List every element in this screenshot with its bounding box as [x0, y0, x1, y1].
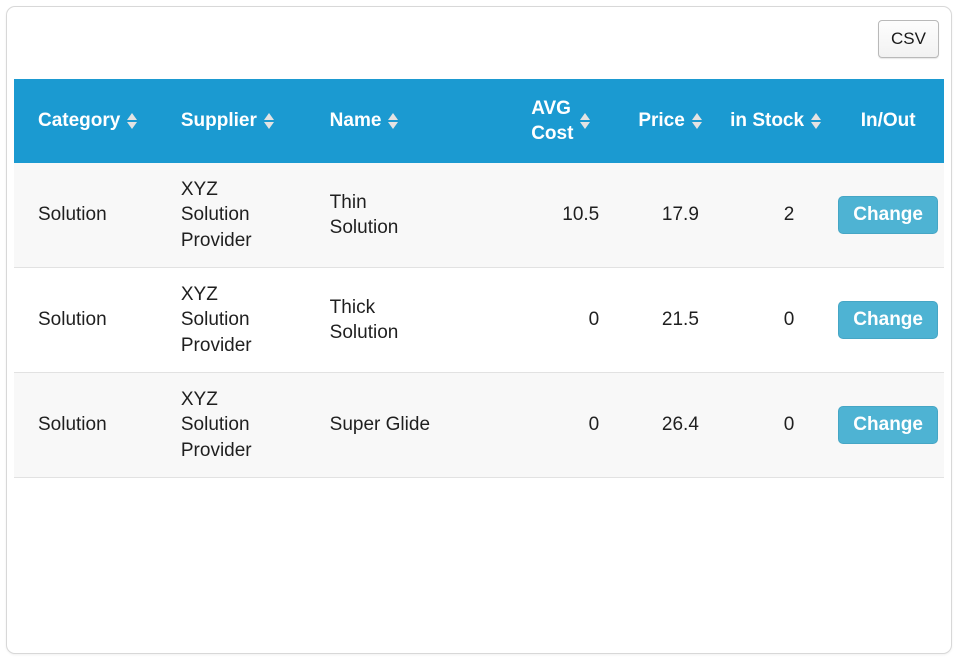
- cell-in-stock-text: 0: [784, 307, 795, 332]
- cell-in-stock: 0: [719, 373, 832, 477]
- cell-avg-cost: 0: [500, 373, 621, 477]
- column-header-avg-cost[interactable]: AVG Cost: [500, 79, 621, 163]
- cell-category-text: Solution: [38, 307, 107, 332]
- cell-category-text: Solution: [38, 412, 107, 437]
- change-button-label: Change: [853, 307, 923, 332]
- column-header-name[interactable]: Name: [324, 79, 501, 163]
- sort-updown-icon[interactable]: [264, 113, 274, 129]
- sort-updown-icon[interactable]: [127, 113, 137, 129]
- column-header-in-out-label: In/Out: [861, 108, 916, 133]
- column-header-avg-cost-label: AVG Cost: [531, 96, 573, 146]
- cell-avg-cost-text: 0: [589, 307, 600, 332]
- cell-in-stock: 2: [719, 163, 832, 267]
- cell-in-out: Change: [832, 163, 944, 267]
- column-header-category-label: Category: [38, 108, 120, 133]
- cell-price-text: 17.9: [662, 202, 699, 227]
- column-header-in-stock[interactable]: in Stock: [719, 79, 832, 163]
- sort-updown-icon[interactable]: [692, 113, 702, 129]
- column-header-in-stock-label: in Stock: [730, 108, 804, 133]
- column-header-in-out: In/Out: [832, 79, 944, 163]
- inventory-table: Category Supplier Name: [14, 79, 944, 653]
- column-header-price-label: Price: [638, 108, 684, 133]
- change-button[interactable]: Change: [838, 196, 938, 234]
- cell-supplier-text: XYZ Solution Provider: [181, 177, 252, 252]
- column-header-category[interactable]: Category: [14, 79, 175, 163]
- cell-category: Solution: [14, 268, 175, 372]
- csv-export-label: CSV: [891, 29, 926, 49]
- cell-supplier: XYZ Solution Provider: [175, 268, 324, 372]
- cell-supplier: XYZ Solution Provider: [175, 163, 324, 267]
- cell-category: Solution: [14, 163, 175, 267]
- csv-export-button[interactable]: CSV: [878, 20, 939, 58]
- change-button-label: Change: [853, 412, 923, 437]
- cell-price: 17.9: [621, 163, 719, 267]
- cell-name-text: Thin Solution: [330, 190, 399, 240]
- table-row[interactable]: Solution XYZ Solution Provider Thin Solu…: [14, 163, 944, 268]
- column-header-price[interactable]: Price: [621, 79, 719, 163]
- cell-name: Thick Solution: [324, 268, 501, 372]
- table-toolbar: CSV: [7, 7, 951, 79]
- cell-in-stock-text: 2: [784, 202, 795, 227]
- inventory-panel: CSV Category Supplier: [6, 6, 952, 654]
- sort-updown-icon[interactable]: [811, 113, 821, 129]
- table-row[interactable]: Solution XYZ Solution Provider Thick Sol…: [14, 268, 944, 373]
- column-header-supplier[interactable]: Supplier: [175, 79, 324, 163]
- cell-price-text: 26.4: [662, 412, 699, 437]
- table-header-row: Category Supplier Name: [14, 79, 944, 163]
- cell-avg-cost-text: 10.5: [562, 202, 599, 227]
- cell-in-stock: 0: [719, 268, 832, 372]
- cell-avg-cost: 0: [500, 268, 621, 372]
- cell-price-text: 21.5: [662, 307, 699, 332]
- cell-supplier-text: XYZ Solution Provider: [181, 387, 252, 462]
- cell-name-text: Super Glide: [330, 412, 430, 437]
- cell-category-text: Solution: [38, 202, 107, 227]
- table-row[interactable]: Solution XYZ Solution Provider Super Gli…: [14, 373, 944, 478]
- column-header-supplier-label: Supplier: [181, 108, 257, 133]
- change-button-label: Change: [853, 202, 923, 227]
- cell-name: Super Glide: [324, 373, 501, 477]
- cell-in-out: Change: [832, 373, 944, 477]
- cell-in-stock-text: 0: [784, 412, 795, 437]
- sort-updown-icon[interactable]: [388, 113, 398, 129]
- cell-supplier: XYZ Solution Provider: [175, 373, 324, 477]
- cell-in-out: Change: [832, 268, 944, 372]
- cell-supplier-text: XYZ Solution Provider: [181, 282, 252, 357]
- cell-category: Solution: [14, 373, 175, 477]
- cell-price: 21.5: [621, 268, 719, 372]
- cell-avg-cost: 10.5: [500, 163, 621, 267]
- change-button[interactable]: Change: [838, 406, 938, 444]
- change-button[interactable]: Change: [838, 301, 938, 339]
- column-header-name-label: Name: [330, 108, 382, 133]
- cell-price: 26.4: [621, 373, 719, 477]
- sort-updown-icon[interactable]: [580, 113, 590, 129]
- cell-avg-cost-text: 0: [589, 412, 600, 437]
- cell-name-text: Thick Solution: [330, 295, 399, 345]
- cell-name: Thin Solution: [324, 163, 501, 267]
